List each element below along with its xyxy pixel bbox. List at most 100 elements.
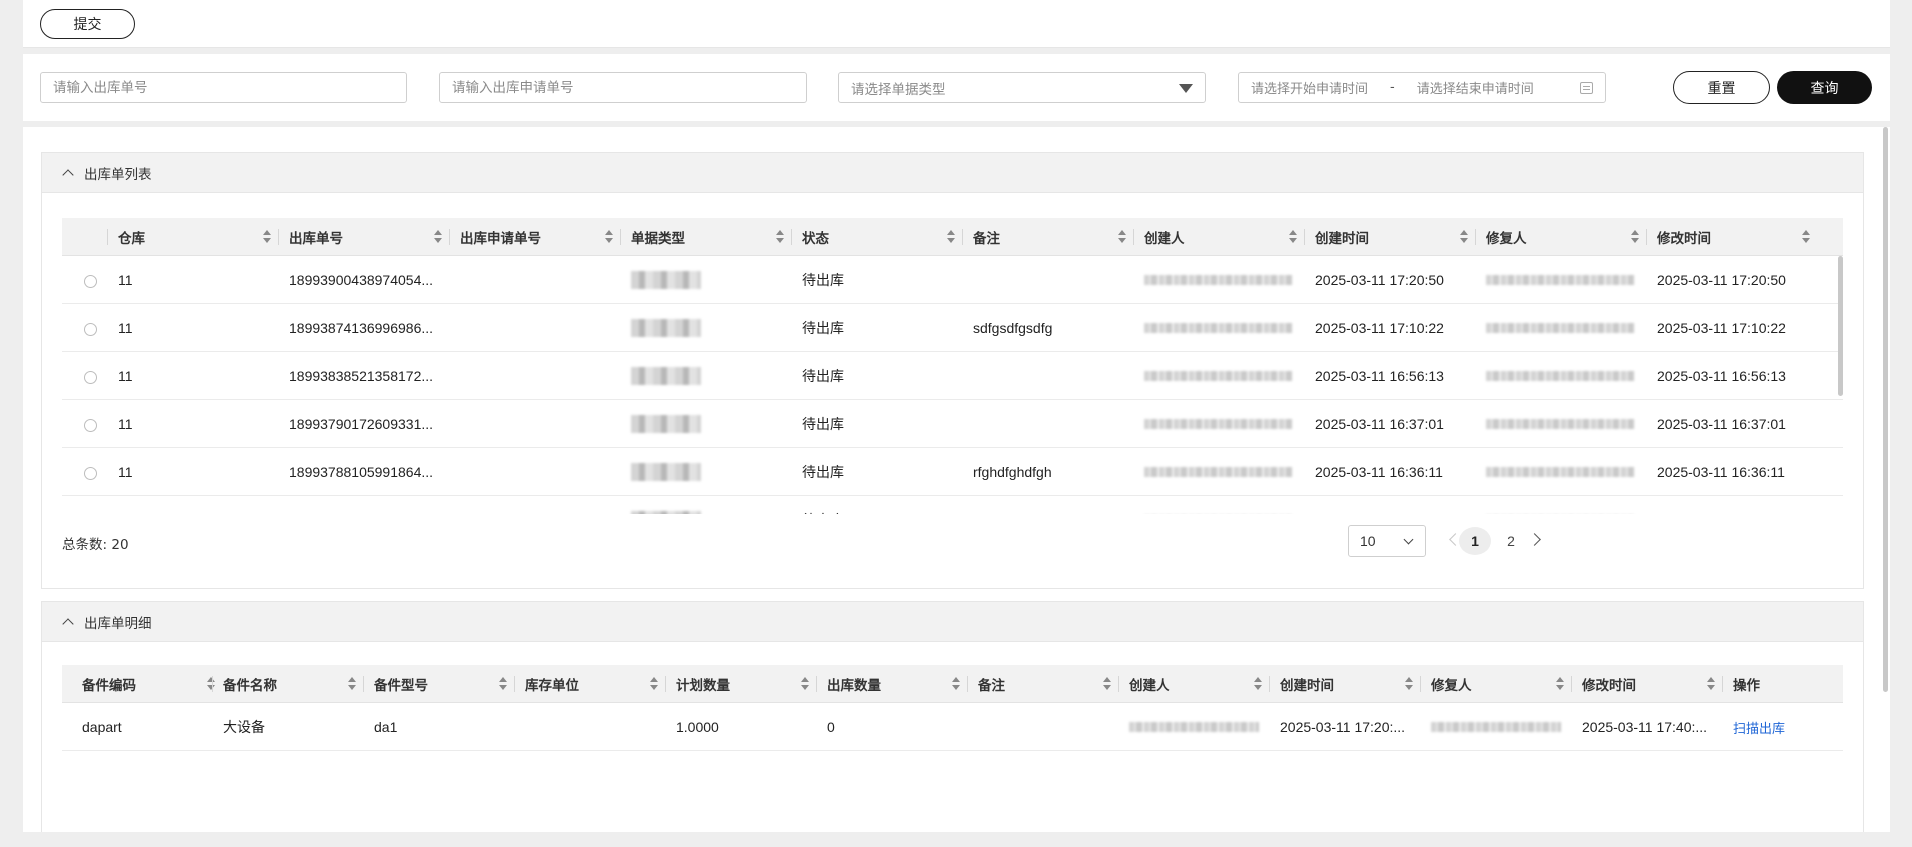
- sort-icon[interactable]: [434, 230, 442, 244]
- calendar-icon[interactable]: [1580, 82, 1593, 94]
- table-row[interactable]: 11 18993788105991864... 待出库 rfghdfghdfgh…: [62, 448, 1843, 496]
- col-creator[interactable]: 创建人: [1133, 218, 1305, 256]
- sort-icon[interactable]: [1707, 677, 1715, 691]
- row-radio[interactable]: [84, 370, 97, 384]
- sort-icon[interactable]: [1802, 230, 1810, 244]
- cell-created-at: 2025-03-11 17:10:22: [1315, 320, 1444, 336]
- table-row[interactable]: 11 18993405590565463... 待出库 2025-03-11 1…: [62, 496, 1843, 514]
- cell-part-name: 大设备: [223, 719, 265, 735]
- row-radio[interactable]: [84, 322, 97, 336]
- sort-icon[interactable]: [801, 677, 809, 691]
- end-time-placeholder[interactable]: 请选择结束申请时间: [1417, 78, 1534, 97]
- sort-icon[interactable]: [952, 677, 960, 691]
- detail-table-body: dapart 大设备 da1 1.0000 0 2025-03-11 17:20…: [62, 703, 1843, 751]
- cell-modified-at: 2025-03-11 16:37:01: [1657, 416, 1786, 432]
- sort-icon[interactable]: [1405, 677, 1413, 691]
- cell-outbound-no: 18993788105991864...: [289, 464, 434, 480]
- cell-status: 待出库: [792, 496, 963, 514]
- page-1-button[interactable]: 1: [1459, 527, 1491, 555]
- cell-warehouse: 11: [108, 496, 279, 514]
- col-detail-modified-at[interactable]: 修改时间: [1571, 665, 1723, 703]
- table-row[interactable]: 11 18993790172609331... 待出库 2025-03-11 1…: [62, 400, 1843, 448]
- table-row[interactable]: dapart 大设备 da1 1.0000 0 2025-03-11 17:20…: [62, 703, 1843, 751]
- sort-icon[interactable]: [1118, 230, 1126, 244]
- doc-type-select[interactable]: 请选择单据类型: [838, 72, 1206, 103]
- sort-icon[interactable]: [1556, 677, 1564, 691]
- start-time-placeholder[interactable]: 请选择开始申请时间: [1251, 78, 1368, 97]
- col-part-model[interactable]: 备件型号: [363, 665, 515, 703]
- cell-plan-qty: 1.0000: [676, 719, 719, 735]
- cell-detail-modified-at: 2025-03-11 17:40:...: [1582, 719, 1708, 735]
- col-doc-type[interactable]: 单据类型: [620, 218, 792, 256]
- sort-icon[interactable]: [348, 677, 356, 691]
- col-detail-creator[interactable]: 创建人: [1118, 665, 1270, 703]
- redacted-doc-type: [631, 319, 701, 337]
- cell-detail-creator: [1119, 703, 1270, 751]
- cell-modified-at: 2025-03-11 16:36:11: [1657, 464, 1785, 480]
- table-row[interactable]: 11 18993900438974054... 待出库 2025-03-11 1…: [62, 256, 1843, 304]
- redacted-modifier: [1486, 419, 1634, 429]
- sort-icon[interactable]: [1460, 230, 1468, 244]
- row-radio[interactable]: [84, 274, 97, 288]
- col-outbound-no[interactable]: 出库单号: [278, 218, 450, 256]
- outbound-no-input[interactable]: [53, 79, 394, 96]
- col-out-qty[interactable]: 出库数量: [816, 665, 968, 703]
- col-remark[interactable]: 备注: [962, 218, 1134, 256]
- outbound-list-header[interactable]: 出库单列表: [42, 153, 1863, 193]
- outbound-list-panel: 出库单列表 仓库 出库单号 出库申请单号 单据类型 状态 备注 创建人 创建时间…: [41, 152, 1864, 589]
- sort-icon[interactable]: [1254, 677, 1262, 691]
- page-scrollbar[interactable]: [1883, 127, 1888, 692]
- col-request-no[interactable]: 出库申请单号: [449, 218, 621, 256]
- main-content: 出库单列表 仓库 出库单号 出库申请单号 单据类型 状态 备注 创建人 创建时间…: [23, 127, 1890, 832]
- col-created-at[interactable]: 创建时间: [1304, 218, 1476, 256]
- col-detail-remark[interactable]: 备注: [967, 665, 1119, 703]
- table-row[interactable]: 11 18993838521358172... 待出库 2025-03-11 1…: [62, 352, 1843, 400]
- col-status[interactable]: 状态: [791, 218, 963, 256]
- sort-icon[interactable]: [776, 230, 784, 244]
- col-unit[interactable]: 库存单位: [514, 665, 666, 703]
- page-2-button[interactable]: 2: [1495, 527, 1527, 555]
- col-modifier[interactable]: 修复人: [1475, 218, 1647, 256]
- sort-icon[interactable]: [499, 677, 507, 691]
- page-size-select[interactable]: 10: [1348, 525, 1426, 557]
- cell-creator: [1134, 496, 1305, 514]
- sort-icon[interactable]: [1103, 677, 1111, 691]
- top-toolbar: 提交: [23, 0, 1890, 48]
- row-radio[interactable]: [84, 466, 97, 480]
- cell-warehouse: 11: [118, 464, 133, 480]
- chevron-up-icon[interactable]: [62, 617, 74, 630]
- col-modified-at[interactable]: 修改时间: [1646, 218, 1818, 256]
- sort-icon[interactable]: [650, 677, 658, 691]
- request-no-input[interactable]: [452, 79, 794, 96]
- col-detail-modifier[interactable]: 修复人: [1420, 665, 1572, 703]
- col-part-name[interactable]: 备件名称: [212, 665, 364, 703]
- table-scrollbar[interactable]: [1838, 256, 1843, 396]
- next-page-icon[interactable]: [1528, 533, 1541, 546]
- sort-icon[interactable]: [947, 230, 955, 244]
- col-detail-created-at[interactable]: 创建时间: [1269, 665, 1421, 703]
- cell-creator: [1134, 400, 1305, 448]
- date-range-picker[interactable]: 请选择开始申请时间 - 请选择结束申请时间: [1238, 72, 1606, 103]
- cell-doc-type: [621, 496, 792, 514]
- scan-outbound-link[interactable]: 扫描出库: [1733, 718, 1785, 737]
- sort-icon[interactable]: [1631, 230, 1639, 244]
- cell-doc-type: [621, 352, 792, 400]
- cell-modified-at: 2025-03-11 17:20:50: [1657, 272, 1786, 288]
- col-part-code[interactable]: 备件编码: [72, 665, 223, 703]
- query-button[interactable]: 查询: [1777, 71, 1872, 104]
- col-plan-qty[interactable]: 计划数量: [665, 665, 817, 703]
- cell-part-code: dapart: [82, 719, 122, 735]
- sort-icon[interactable]: [263, 230, 271, 244]
- submit-button[interactable]: 提交: [40, 9, 135, 39]
- col-warehouse[interactable]: 仓库: [107, 218, 279, 256]
- request-no-field[interactable]: [439, 72, 807, 103]
- reset-button[interactable]: 重置: [1673, 71, 1770, 104]
- sort-icon[interactable]: [605, 230, 613, 244]
- table-row[interactable]: 11 18993874136996986... 待出库 sdfgsdfgsdfg…: [62, 304, 1843, 352]
- sort-icon[interactable]: [1289, 230, 1297, 244]
- row-radio[interactable]: [84, 418, 97, 432]
- chevron-up-icon[interactable]: [62, 168, 74, 181]
- cell-created-at: 2025-03-11 14:30:55: [1305, 496, 1476, 514]
- outbound-no-field[interactable]: [40, 72, 407, 103]
- outbound-detail-header[interactable]: 出库单明细: [42, 602, 1863, 642]
